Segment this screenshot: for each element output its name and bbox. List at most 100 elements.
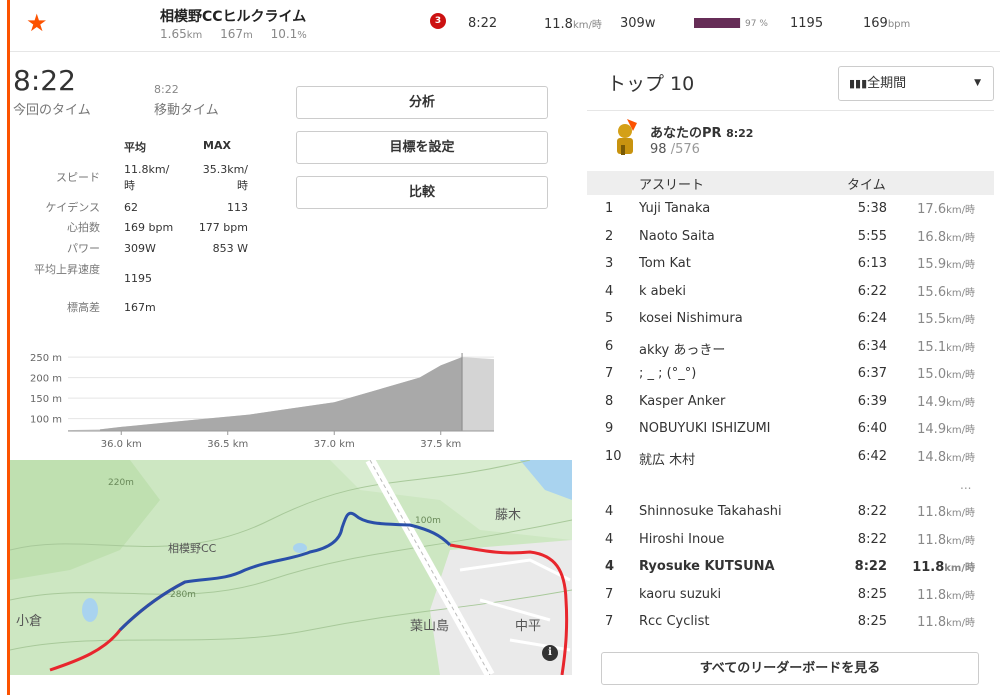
table-row[interactable]: 7 ; _ ; (°_°) 6:37 15.0km/時 bbox=[587, 361, 994, 388]
stat-avg-heart-rate: 169 bpm bbox=[124, 221, 174, 234]
athlete-name[interactable]: Shinnosuke Takahashi bbox=[639, 504, 782, 519]
athlete-name[interactable]: kosei Nishimura bbox=[639, 311, 743, 326]
info-icon[interactable]: i bbox=[542, 645, 558, 661]
time-cell: 8:22 bbox=[857, 504, 887, 519]
table-row[interactable]: 8 Kasper Anker 6:39 14.9km/時 bbox=[587, 389, 994, 416]
time-cell: 6:40 bbox=[857, 421, 887, 436]
speed-cell: 14.9km/時 bbox=[917, 394, 975, 410]
table-row[interactable]: 1 Yuji Tanaka 5:38 17.6km/時 bbox=[587, 196, 994, 223]
athlete-name[interactable]: kaoru suzuki bbox=[639, 587, 721, 602]
stat-max-heart-rate: 177 bpm bbox=[198, 221, 248, 234]
map-label: 藤木 bbox=[495, 508, 522, 523]
speed-cell: 11.8km/時 bbox=[917, 615, 975, 630]
rank-cell: 7 bbox=[605, 366, 614, 381]
x-tick-label: 37.5 km bbox=[420, 439, 461, 450]
map-svg bbox=[10, 460, 572, 675]
view-all-leaderboards-button[interactable]: すべてのリーダーボードを見る bbox=[601, 652, 979, 685]
table-row[interactable]: 4 Hiroshi Inoue 8:22 11.8km/時 bbox=[587, 527, 994, 554]
table-row[interactable]: 7 kaoru suzuki 8:25 11.8km/時 bbox=[587, 582, 994, 609]
rank-cell: 10 bbox=[605, 448, 622, 464]
speed-cell: 15.9km/時 bbox=[917, 257, 975, 272]
stat-label-elevation: 標高差 bbox=[67, 301, 100, 314]
speed-cell: 11.8km/時 bbox=[917, 587, 975, 603]
power-percent-bar bbox=[694, 18, 741, 28]
athlete-name[interactable]: ; _ ; (°_°) bbox=[639, 366, 696, 381]
table-row[interactable]: 4 k abeki 6:22 15.6km/時 bbox=[587, 279, 994, 306]
period-value: 全期間 bbox=[867, 76, 907, 91]
table-row[interactable]: 4 Shinnosuke Takahashi 8:22 11.8km/時 bbox=[587, 499, 994, 526]
athlete-name[interactable]: Kasper Anker bbox=[639, 394, 725, 409]
map-label: 100m bbox=[415, 516, 441, 526]
time-cell: 8:25 bbox=[857, 586, 887, 602]
time-cell: 6:22 bbox=[857, 283, 887, 299]
stat-label-heart-rate: 心拍数 bbox=[67, 221, 100, 234]
header-heart-rate: 169bpm bbox=[863, 16, 911, 31]
athlete-name[interactable]: NOBUYUKI ISHIZUMI bbox=[639, 421, 771, 436]
x-tick-label: 37.0 km bbox=[314, 439, 355, 450]
segment-grade: 10.1% bbox=[270, 27, 307, 41]
moving-time: 8:22 bbox=[154, 83, 179, 96]
y-tick-label: 250 m bbox=[30, 353, 62, 364]
period-select[interactable]: ▮▮▮全期間 ▼ bbox=[838, 66, 994, 101]
rank-cell: 4 bbox=[605, 283, 614, 299]
route-map[interactable]: 相模野CC 小倉 藤木 葉山島 中平 220m 100m 280m i bbox=[10, 460, 572, 675]
rank-cell: 1 bbox=[605, 201, 614, 216]
set-goal-button[interactable]: 目標を設定 bbox=[296, 131, 548, 164]
stat-max-speed: 35.3km/時 bbox=[202, 163, 248, 192]
header-power: 309w bbox=[620, 16, 656, 31]
speed-cell: 14.8km/時 bbox=[917, 449, 975, 465]
rank-cell: 4 bbox=[605, 504, 614, 519]
table-row[interactable]: 9 NOBUYUKI ISHIZUMI 6:40 14.9km/時 bbox=[587, 416, 994, 443]
map-label: 小倉 bbox=[16, 614, 43, 629]
time-cell: 6:42 bbox=[857, 448, 887, 464]
athlete-name[interactable]: Yuji Tanaka bbox=[639, 201, 710, 216]
time-cell: 6:39 bbox=[857, 393, 887, 409]
speed-cell: 15.0km/時 bbox=[917, 367, 975, 382]
athlete-name[interactable]: Tom Kat bbox=[639, 256, 691, 271]
analyze-button[interactable]: 分析 bbox=[296, 86, 548, 119]
athlete-name[interactable]: Ryosuke KUTSUNA bbox=[639, 559, 775, 574]
stat-max-power: 853 W bbox=[212, 242, 248, 255]
y-tick-label: 200 m bbox=[30, 374, 62, 385]
stat-max-cadence: 113 bbox=[227, 201, 248, 214]
time-cell: 5:38 bbox=[857, 201, 887, 216]
table-row[interactable]: 6 akky あっきー 6:34 15.1km/時 bbox=[587, 334, 994, 361]
athlete-name[interactable]: Hiroshi Inoue bbox=[639, 532, 724, 547]
map-pond bbox=[82, 598, 98, 622]
stat-label-climb-rate: 平均上昇速度 bbox=[34, 263, 100, 276]
table-row[interactable]: 5 kosei Nishimura 6:24 15.5km/時 bbox=[587, 306, 994, 333]
time-cell: 8:22 bbox=[854, 559, 887, 574]
athlete-name[interactable]: k abeki bbox=[639, 284, 686, 299]
elevation-chart-svg: 250 m 200 m 150 m 100 m 36.0 km 36.5 km 37.0 k… bbox=[30, 353, 494, 450]
athlete-name[interactable]: Rcc Cyclist bbox=[639, 614, 709, 629]
elevation-chart[interactable]: 250 m 200 m 150 m 100 m 36.0 km 36.5 km 37.0 k… bbox=[10, 345, 500, 453]
power-percent-fill bbox=[694, 18, 740, 28]
stat-label-speed: スピード bbox=[56, 171, 100, 184]
speed-cell: 17.6km/時 bbox=[917, 202, 975, 217]
table-row[interactable]: 3 Tom Kat 6:13 15.9km/時 bbox=[587, 251, 994, 278]
pr-medal-icon bbox=[617, 119, 637, 155]
compare-button[interactable]: 比較 bbox=[296, 176, 548, 209]
segment-name[interactable]: 相模野CCヒルクライム bbox=[160, 6, 306, 26]
athlete-name[interactable]: akky あっきー bbox=[639, 339, 725, 358]
time-cell: 8:22 bbox=[857, 531, 887, 547]
table-row[interactable]: 10 就広 木村 6:42 14.8km/時 bbox=[587, 444, 994, 471]
y-tick-label: 150 m bbox=[30, 394, 62, 405]
table-row[interactable]: 4 Ryosuke KUTSUNA 8:22 11.8km/時 bbox=[587, 554, 994, 581]
map-pond bbox=[293, 543, 307, 553]
athlete-name[interactable]: Naoto Saita bbox=[639, 229, 715, 244]
stat-avg-elevation: 167m bbox=[124, 301, 156, 314]
table-row[interactable]: 2 Naoto Saita 5:55 16.8km/時 bbox=[587, 224, 994, 251]
athlete-name[interactable]: 就広 木村 bbox=[639, 449, 695, 468]
time-cell: 5:55 bbox=[857, 228, 887, 244]
pr-rank: 98 /576 bbox=[650, 142, 700, 157]
time-column-header: タイム bbox=[847, 178, 886, 193]
star-icon[interactable]: ★ bbox=[26, 9, 48, 37]
rank-cell: 6 bbox=[605, 338, 614, 354]
caret-down-icon: ▼ bbox=[974, 78, 981, 88]
rank-cell: 7 bbox=[605, 614, 614, 629]
leaderboard-title: トップ 10 bbox=[607, 73, 695, 95]
table-row[interactable]: 7 Rcc Cyclist 8:25 11.8km/時 bbox=[587, 609, 994, 636]
stats-avg-header: 平均 bbox=[124, 141, 146, 154]
rank-cell: 5 bbox=[605, 311, 614, 326]
